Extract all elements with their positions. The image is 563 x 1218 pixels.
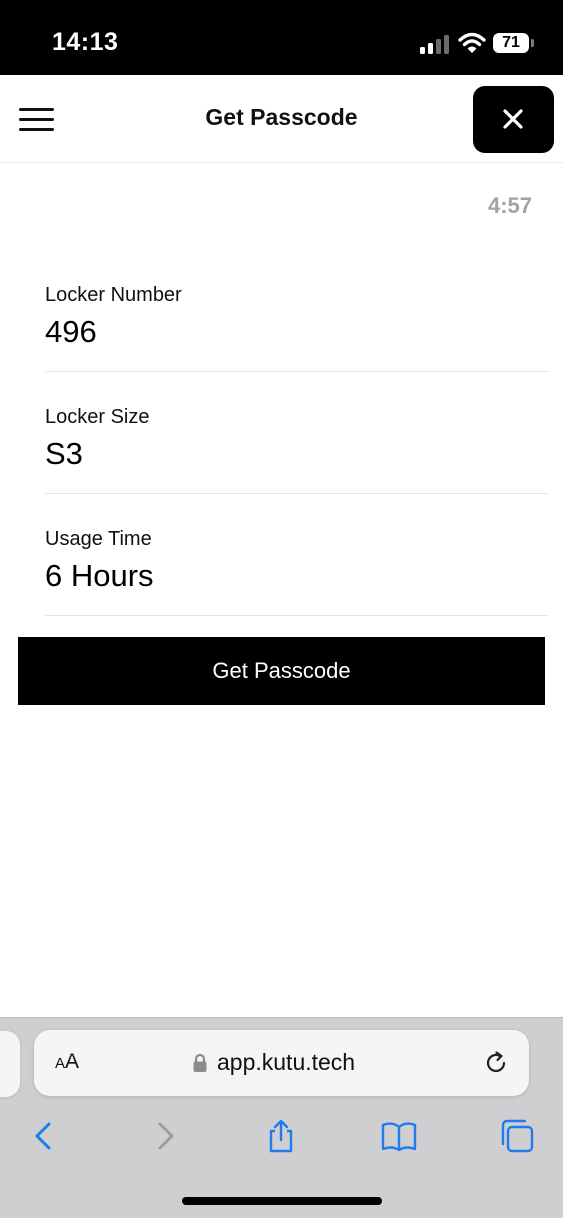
- battery-icon: 71: [493, 33, 529, 53]
- status-bar: 14:13 71: [0, 0, 563, 75]
- status-time: 14:13: [52, 28, 119, 56]
- get-passcode-button[interactable]: Get Passcode: [18, 637, 545, 705]
- text-size-button[interactable]: AA: [55, 1050, 79, 1074]
- home-indicator: [182, 1197, 382, 1205]
- lock-icon: [193, 1053, 207, 1072]
- share-icon[interactable]: [263, 1118, 299, 1154]
- url-text: app.kutu.tech: [217, 1049, 356, 1075]
- cellular-signal-icon: [420, 34, 450, 54]
- tabs-icon[interactable]: [499, 1118, 535, 1154]
- reload-icon[interactable]: [482, 1049, 510, 1077]
- countdown-timer: 4:57: [487, 193, 532, 218]
- usage-time-row: Usage Time 6 Hours: [45, 494, 548, 616]
- wifi-icon: [458, 32, 486, 53]
- previous-tab-preview[interactable]: [0, 1031, 20, 1097]
- text-size-small-a: A: [55, 1055, 66, 1072]
- back-icon[interactable]: [26, 1118, 62, 1154]
- locker-size-label: Locker Size: [45, 406, 150, 428]
- app-header: Get Passcode: [0, 75, 563, 163]
- locker-size-value: S3: [45, 436, 83, 471]
- text-size-large-a: A: [65, 1050, 80, 1073]
- address-bar[interactable]: AA app.kutu.tech: [34, 1030, 529, 1096]
- usage-time-label: Usage Time: [45, 528, 152, 550]
- bookmarks-icon[interactable]: [381, 1118, 417, 1154]
- close-icon: [503, 109, 523, 129]
- close-button[interactable]: [473, 86, 554, 153]
- usage-time-value: 6 Hours: [45, 558, 154, 593]
- locker-number-value: 496: [45, 314, 97, 349]
- locker-number-row: Locker Number 496: [45, 250, 548, 372]
- battery-level: 71: [502, 34, 520, 51]
- browser-toolbar: AA app.kutu.tech: [0, 1017, 563, 1218]
- battery-nub: [531, 39, 534, 47]
- locker-size-row: Locker Size S3: [45, 372, 548, 494]
- locker-number-label: Locker Number: [45, 284, 182, 306]
- forward-icon[interactable]: [147, 1118, 183, 1154]
